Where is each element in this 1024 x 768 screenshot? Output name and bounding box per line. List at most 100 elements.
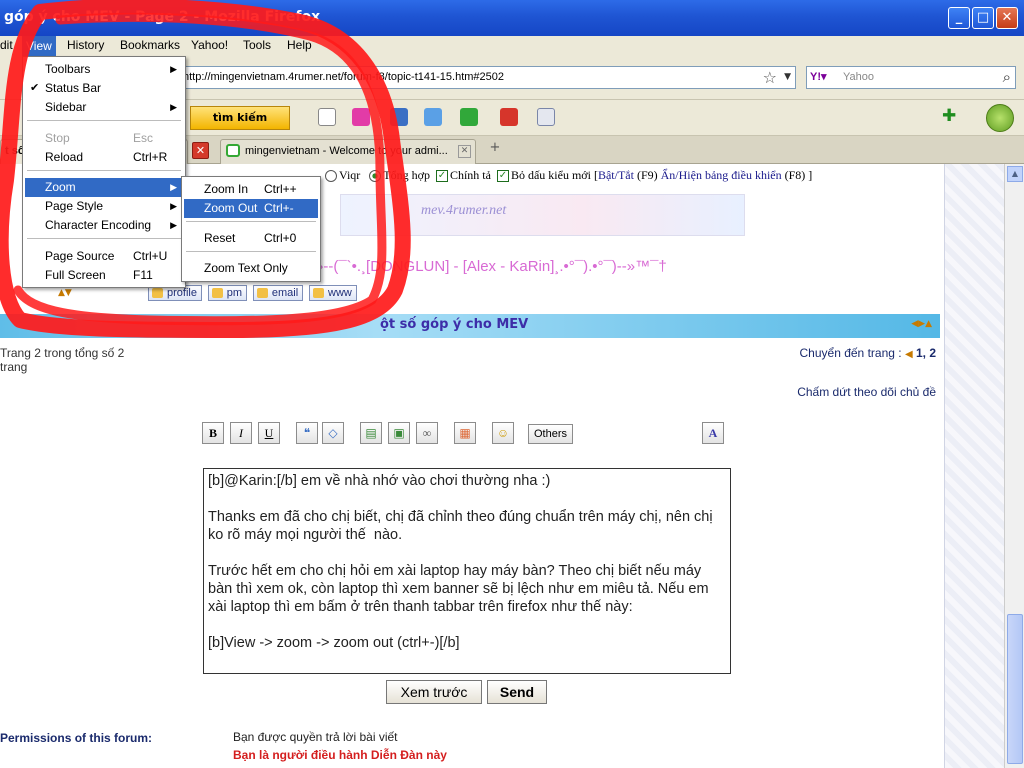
window-title-bar[interactable]: góp ý cho MEV - Page 2 - Mozilla Firefox… (0, 0, 1024, 36)
an-hien-key: (F8) ] (784, 168, 813, 182)
minimize-button[interactable]: _ (948, 7, 970, 29)
image-icon[interactable]: ▣ (388, 422, 410, 444)
bo-dau-checkbox[interactable]: ✓ (496, 170, 509, 183)
maximize-button[interactable]: □ (972, 7, 994, 29)
send-button[interactable]: Send (487, 680, 547, 704)
menu-edit[interactable]: dit (0, 38, 13, 52)
search-box[interactable]: Y!▾ Yahoo ⌕ (806, 66, 1016, 89)
submenu-arrow-icon: ▶ (170, 64, 177, 74)
vietnamese-input-options: Viqr Tổng hợp ✓ Chính tả ✓ Bỏ dấu kiểu mới… (250, 168, 940, 192)
bo-dau-label: Bỏ dấu kiểu mới [ (510, 168, 598, 182)
italic-button[interactable]: I (230, 422, 252, 444)
yahoo-engine-icon[interactable]: Y!▾ (810, 70, 827, 83)
address-dropdown-icon[interactable]: ▼ (784, 72, 791, 82)
toolbar-grid-icon[interactable] (352, 108, 370, 126)
quote-icon[interactable]: ❝ (296, 422, 318, 444)
www-button[interactable]: www (309, 285, 357, 301)
smiley-icon[interactable]: ☺ (492, 422, 514, 444)
page-side-background (944, 164, 1004, 768)
zoom-submenu: Zoom In Ctrl++ Zoom Out Ctrl+- Reset Ctr… (181, 176, 321, 282)
zoom-in-item[interactable]: Zoom In Ctrl++ (184, 180, 318, 199)
new-tab-button[interactable]: + (484, 140, 506, 162)
others-button[interactable]: Others (528, 424, 574, 444)
view-menu-stop[interactable]: Stop Esc (25, 129, 183, 148)
prev-page-icon[interactable]: ◀ (905, 349, 913, 360)
toolbar-translate-icon[interactable] (390, 108, 408, 126)
toolbar-star-icon[interactable] (460, 108, 478, 126)
pm-button[interactable]: pm (207, 285, 248, 301)
vertical-scrollbar[interactable]: ▲ (1004, 164, 1024, 768)
post-nav-arrows-icon[interactable]: ▲▼ (58, 288, 72, 298)
chinh-ta-checkbox[interactable]: ✓ (435, 170, 448, 183)
menu-separator (27, 238, 181, 239)
topic-nav-arrows-icon[interactable]: ◀▶▲ (911, 319, 932, 329)
viqr-radio[interactable] (325, 170, 337, 183)
search-magnifier-icon[interactable]: ⌕ (1003, 68, 1011, 86)
jump-label: Chuyển đến trang : (799, 346, 902, 360)
view-menu-zoom[interactable]: Zoom ▶ (25, 178, 183, 197)
view-menu-reload[interactable]: Reload Ctrl+R (25, 148, 183, 167)
permission-reply: Bạn được quyền trả lời bài viết (233, 730, 398, 744)
font-size-icon[interactable]: A (702, 422, 724, 444)
scroll-up-icon[interactable]: ▲ (1007, 166, 1023, 182)
submenu-arrow-icon: ▶ (170, 102, 177, 112)
view-menu: Toolbars ▶ ✔ Status Bar Sidebar ▶ Stop E… (22, 56, 186, 288)
menu-bookmarks[interactable]: Bookmarks (120, 38, 180, 52)
menu-yahoo[interactable]: Yahoo! (191, 38, 228, 52)
message-textarea[interactable]: [b]@Karin:[/b] em về nhà nhớ vào chơi th… (203, 468, 731, 674)
bat-tat-key: (F9) (636, 168, 658, 182)
menu-help[interactable]: Help (287, 38, 312, 52)
address-bar[interactable]: http://mingenvietnam.4rumer.net/forum-f8… (176, 66, 796, 89)
chat-bubble-icon (226, 144, 240, 157)
toolbar-plus-icon[interactable]: ✚ (942, 106, 956, 126)
toolbar-edit-icon[interactable] (318, 108, 336, 126)
tong-hop-radio[interactable] (369, 170, 382, 183)
tab-admin[interactable]: mingenvietnam - Welcome to your admi... … (220, 139, 476, 164)
list-icon[interactable]: ▤ (360, 422, 382, 444)
tim-kiem-button[interactable]: tìm kiếm (190, 106, 290, 130)
an-hien-link[interactable]: Ẩn/Hiện bảng điều khiển (661, 168, 782, 182)
view-menu-full-screen[interactable]: Full Screen F11 (25, 266, 183, 285)
menu-tools[interactable]: Tools (243, 38, 271, 52)
underline-button[interactable]: U (258, 422, 280, 444)
link-icon[interactable]: ∞ (416, 422, 438, 444)
view-menu-character-encoding[interactable]: Character Encoding ▶ (25, 216, 183, 235)
close-button[interactable]: ✕ (996, 7, 1018, 29)
view-menu-page-style[interactable]: Page Style ▶ (25, 197, 183, 216)
toolbar-gear-icon[interactable] (986, 104, 1014, 132)
viqr-label: Viqr (339, 168, 361, 182)
view-menu-sidebar[interactable]: Sidebar ▶ (25, 98, 183, 117)
toolbar-mail-icon[interactable] (424, 108, 442, 126)
tab-admin-label: mingenvietnam - Welcome to your admi... (245, 145, 448, 157)
unwatch-topic-link[interactable]: Chấm dứt theo dõi chủ đề (797, 385, 936, 399)
toolbar-page-icon[interactable] (537, 108, 555, 126)
search-placeholder: Yahoo (843, 71, 874, 83)
banner-text: mev.4rumer.net (421, 203, 507, 218)
zoom-out-item[interactable]: Zoom Out Ctrl+- (184, 199, 318, 218)
jump-pages[interactable]: 1, 2 (916, 346, 936, 360)
color-icon[interactable]: ▦ (454, 422, 476, 444)
submenu-arrow-icon: ▶ (170, 220, 177, 230)
view-menu-toolbars[interactable]: Toolbars ▶ (25, 60, 183, 79)
tab-close-red-icon[interactable]: ✕ (192, 142, 209, 159)
scroll-thumb[interactable] (1007, 614, 1023, 764)
bold-button[interactable]: B (202, 422, 224, 444)
code-icon[interactable]: ◇ (322, 422, 344, 444)
view-menu-page-source[interactable]: Page Source Ctrl+U (25, 247, 183, 266)
signature-text: ™»--(¯`•.¸[DONGLUN] - [Alex - KaRin]¸.•°… (300, 258, 667, 275)
toolbar-dice-icon[interactable] (500, 108, 518, 126)
tab-close-icon[interactable]: ✕ (458, 145, 471, 158)
window-title: góp ý cho MEV - Page 2 - Mozilla Firefox (4, 9, 321, 25)
menu-separator (186, 221, 316, 222)
menu-view[interactable]: View (22, 36, 56, 56)
format-toolbar: B I U ❝ ◇ ▤ ▣ ∞ ▦ ☺ Others A (202, 422, 742, 448)
topic-title: ột số góp ý cho MEV (380, 317, 529, 332)
email-button[interactable]: email (252, 285, 304, 301)
bat-tat-link[interactable]: Bật/Tắt (598, 168, 634, 182)
preview-button[interactable]: Xem trước (386, 680, 482, 704)
menu-history[interactable]: History (67, 38, 104, 52)
view-menu-status-bar[interactable]: ✔ Status Bar (25, 79, 183, 98)
zoom-reset-item[interactable]: Reset Ctrl+0 (184, 229, 318, 248)
zoom-text-only-item[interactable]: Zoom Text Only (184, 259, 318, 278)
bookmark-star-icon[interactable]: ☆ (763, 68, 777, 87)
